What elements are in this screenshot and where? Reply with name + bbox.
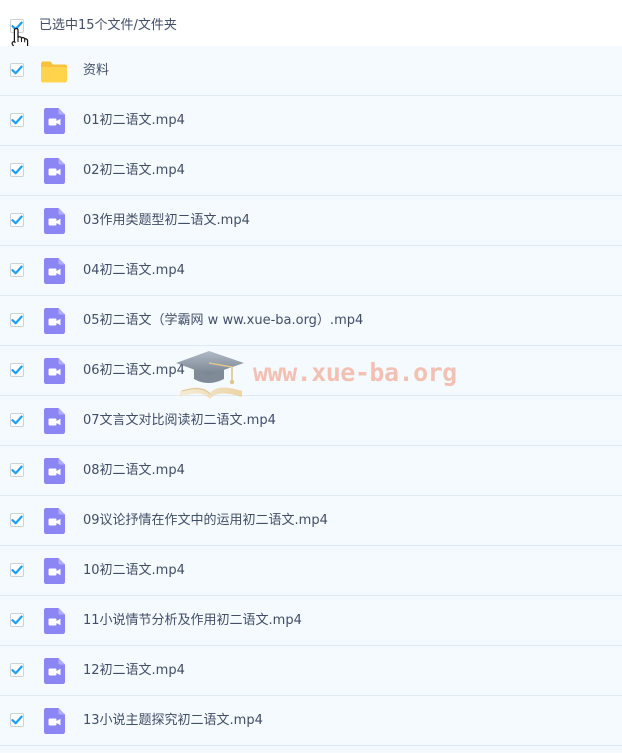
check-icon [11,465,23,475]
file-row[interactable]: 13小说主题探究初二语文.mp4 [0,696,622,746]
file-row[interactable]: 04初二语文.mp4 [0,246,622,296]
file-checkbox[interactable] [10,663,24,677]
video-file-icon [44,608,65,634]
check-icon [11,265,23,275]
file-row[interactable]: 09议论抒情在作文中的运用初二语文.mp4 [0,496,622,546]
file-checkbox[interactable] [10,313,24,327]
file-row[interactable]: 资料 [0,46,622,96]
file-checkbox[interactable] [10,63,24,77]
file-name[interactable]: 04初二语文.mp4 [83,261,185,281]
video-file-icon [44,208,65,234]
file-row[interactable]: 03作用类题型初二语文.mp4 [0,196,622,246]
video-file-icon [44,458,65,484]
file-name[interactable]: 资料 [83,61,109,81]
file-checkbox[interactable] [10,213,24,227]
check-icon [11,715,23,725]
file-name[interactable]: 01初二语文.mp4 [83,111,185,131]
check-icon [11,21,23,31]
check-icon [11,515,23,525]
file-row[interactable]: 07文言文对比阅读初二语文.mp4 [0,396,622,446]
video-file-icon [44,558,65,584]
file-name[interactable]: 10初二语文.mp4 [83,561,185,581]
check-icon [11,665,23,675]
file-row[interactable]: 11小说情节分析及作用初二语文.mp4 [0,596,622,646]
file-name[interactable]: 11小说情节分析及作用初二语文.mp4 [83,611,302,631]
file-checkbox[interactable] [10,363,24,377]
video-file-icon [44,658,65,684]
file-name[interactable]: 02初二语文.mp4 [83,161,185,181]
file-row[interactable]: 06初二语文.mp4 [0,346,622,396]
file-checkbox[interactable] [10,413,24,427]
file-row[interactable]: 08初二语文.mp4 [0,446,622,496]
file-list: 资料 01初二语文.mp4 02初二语文.mp4 03作用类题型初二语文.mp4 04初… [0,46,622,746]
file-checkbox[interactable] [10,263,24,277]
file-list-page: 已选中15个文件/文件夹 资料 01初二语文.mp4 02初二语文.mp4 03作用类… [0,0,622,753]
check-icon [11,415,23,425]
video-file-icon [44,708,65,734]
file-name[interactable]: 06初二语文.mp4 [83,361,185,381]
video-file-icon [44,508,65,534]
file-checkbox[interactable] [10,463,24,477]
file-name[interactable]: 07文言文对比阅读初二语文.mp4 [83,411,276,431]
check-icon [11,115,23,125]
file-row[interactable]: 10初二语文.mp4 [0,546,622,596]
check-icon [11,65,23,75]
video-file-icon [44,108,65,134]
check-icon [11,365,23,375]
file-checkbox[interactable] [10,513,24,527]
check-icon [11,565,23,575]
check-icon [11,315,23,325]
video-file-icon [44,158,65,184]
check-icon [11,215,23,225]
file-name[interactable]: 03作用类题型初二语文.mp4 [83,211,250,231]
list-header: 已选中15个文件/文件夹 [0,0,622,53]
check-icon [11,615,23,625]
select-all-checkbox[interactable] [10,19,24,33]
file-row[interactable]: 05初二语文（学霸网 w ww.xue-ba.org）.mp4 [0,296,622,346]
video-file-icon [44,308,65,334]
file-row[interactable]: 01初二语文.mp4 [0,96,622,146]
check-icon [11,165,23,175]
file-name[interactable]: 13小说主题探究初二语文.mp4 [83,711,263,731]
file-checkbox[interactable] [10,713,24,727]
file-checkbox[interactable] [10,563,24,577]
video-file-icon [44,408,65,434]
file-name[interactable]: 05初二语文（学霸网 w ww.xue-ba.org）.mp4 [83,311,363,331]
file-row[interactable]: 02初二语文.mp4 [0,146,622,196]
file-checkbox[interactable] [10,113,24,127]
video-file-icon [44,258,65,284]
file-row[interactable]: 12初二语文.mp4 [0,646,622,696]
folder-icon [41,61,67,83]
file-checkbox[interactable] [10,613,24,627]
file-name[interactable]: 08初二语文.mp4 [83,461,185,481]
video-file-icon [44,358,65,384]
file-checkbox[interactable] [10,163,24,177]
file-name[interactable]: 09议论抒情在作文中的运用初二语文.mp4 [83,511,328,531]
selection-count-label: 已选中15个文件/文件夹 [39,18,177,33]
file-name[interactable]: 12初二语文.mp4 [83,661,185,681]
